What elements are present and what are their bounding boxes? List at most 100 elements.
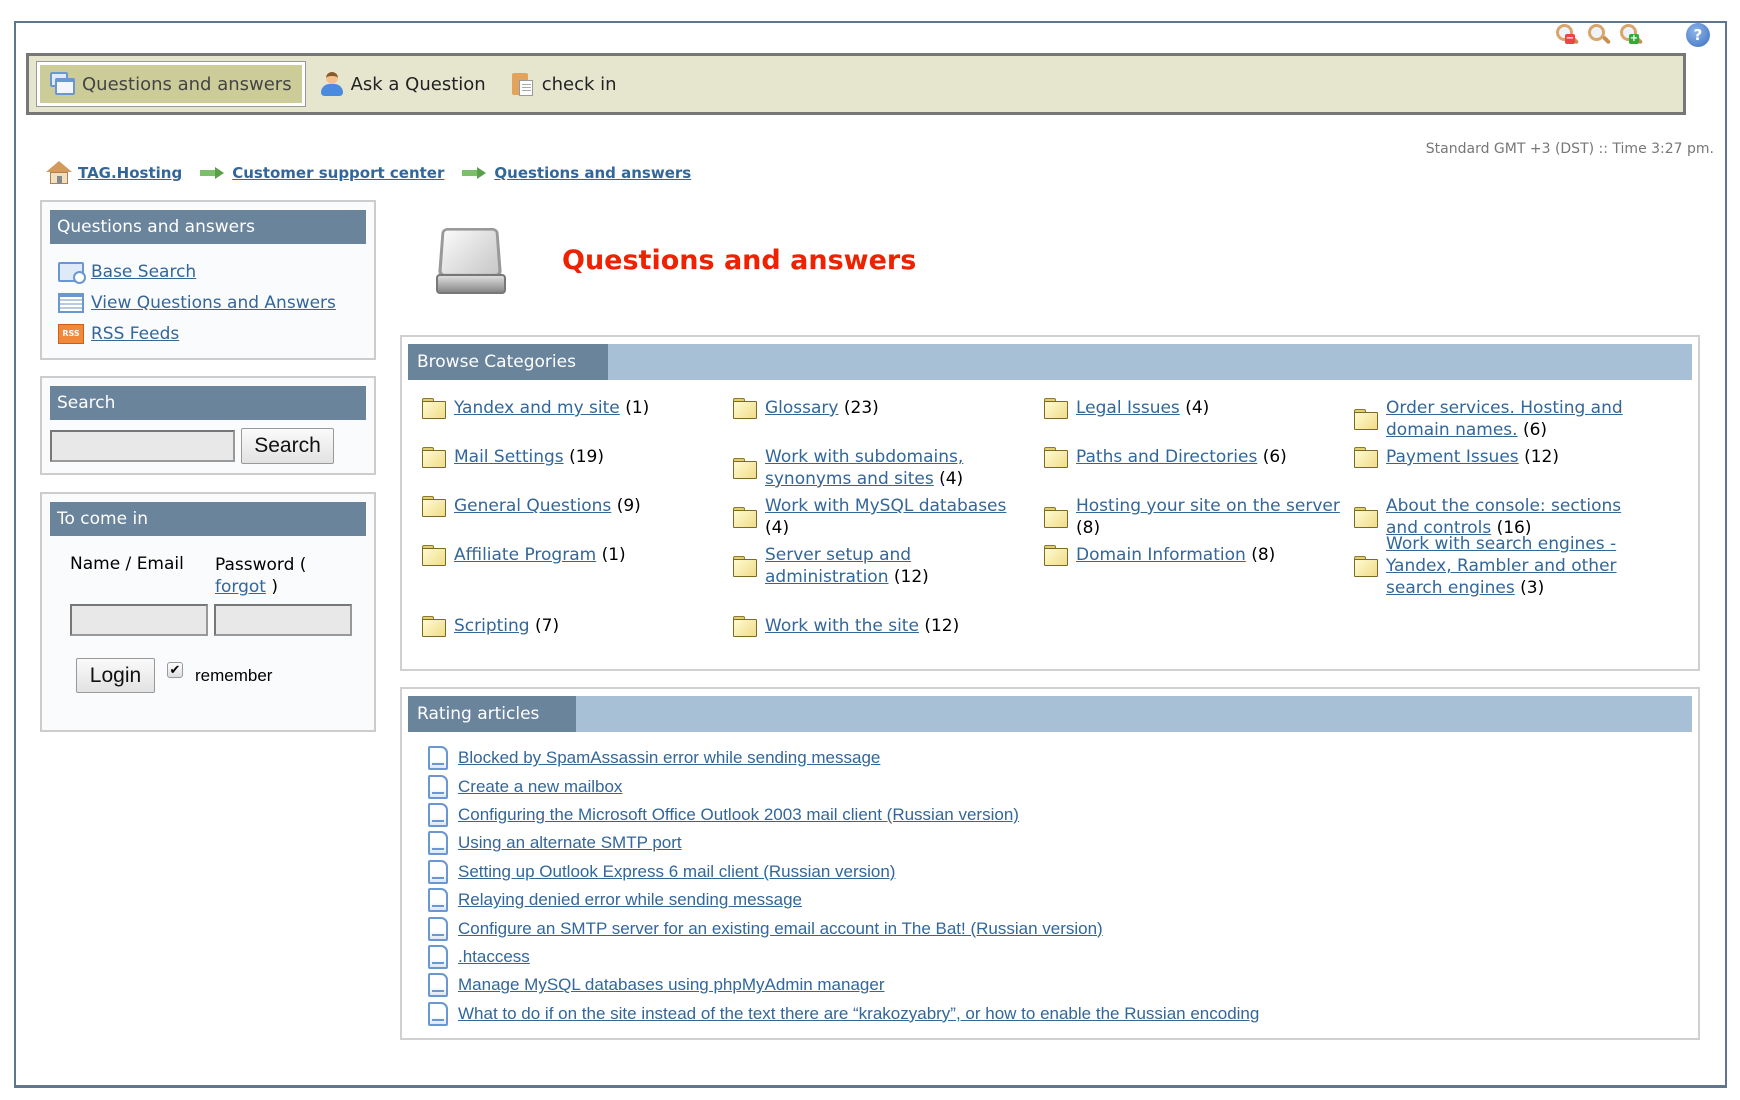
box-title: Search [50, 386, 366, 420]
category-count: (4) [939, 469, 964, 489]
category-link[interactable]: Hosting your site on the server [1076, 496, 1340, 516]
zoom-out-icon[interactable]: − [1554, 22, 1580, 48]
folder-icon [422, 615, 446, 637]
help-icon[interactable]: ? [1686, 23, 1710, 47]
category-count: (23) [843, 398, 879, 418]
article-link[interactable]: Setting up Outlook Express 6 mail client… [458, 862, 895, 882]
category-link[interactable]: Server setup and administration [765, 545, 911, 587]
category-count: (1) [601, 545, 626, 565]
folder-icon [1354, 446, 1378, 468]
category-link[interactable]: Payment Issues [1386, 447, 1519, 467]
document-icon [428, 774, 448, 799]
category-item: Legal Issues (4) [1044, 397, 1356, 419]
category-link[interactable]: Legal Issues [1076, 398, 1180, 418]
category-link[interactable]: Glossary [765, 398, 838, 418]
category-link[interactable]: Paths and Directories [1076, 447, 1257, 467]
category-count: (3) [1520, 578, 1545, 598]
search-input[interactable] [50, 430, 235, 462]
zoom-in-icon[interactable]: + [1618, 22, 1644, 48]
category-text: Legal Issues (4) [1076, 397, 1356, 419]
zoom-reset-icon[interactable] [1586, 22, 1612, 48]
breadcrumb-support-center[interactable]: Customer support center [232, 164, 444, 182]
list-icon [58, 292, 84, 313]
document-icon [428, 944, 448, 969]
sidebar-link-rss-feeds[interactable]: RSS Feeds [91, 324, 179, 344]
folder-icon [733, 457, 757, 479]
category-count: (9) [616, 496, 641, 516]
category-link[interactable]: Mail Settings [454, 447, 564, 467]
article-link[interactable]: Configure an SMTP server for an existing… [458, 919, 1103, 939]
sidebar-search-box: Search Search [40, 376, 376, 475]
category-count: (6) [1522, 420, 1548, 440]
name-email-field[interactable] [70, 604, 208, 636]
article-link[interactable]: Manage MySQL databases using phpMyAdmin … [458, 975, 885, 995]
category-item: Work with search engines - Yandex, Rambl… [1354, 533, 1648, 599]
category-text: Work with search engines - Yandex, Rambl… [1386, 533, 1648, 599]
nav-ask-a-question[interactable]: Ask a Question [309, 62, 496, 106]
article-link[interactable]: Using an alternate SMTP port [458, 833, 682, 853]
password-field[interactable] [214, 604, 352, 636]
forgot-password-link[interactable]: forgot [215, 577, 266, 597]
category-link[interactable]: Domain Information [1076, 545, 1246, 565]
breadcrumb-home[interactable]: TAG.Hosting [78, 164, 182, 182]
box-title: Questions and answers [50, 210, 366, 244]
search-button[interactable]: Search [241, 428, 334, 464]
category-link[interactable]: Work with the site [765, 616, 919, 636]
article-item: Setting up Outlook Express 6 mail client… [428, 858, 1698, 886]
sidebar-link-view-questions[interactable]: View Questions and Answers [91, 293, 336, 313]
category-count: (4) [765, 518, 790, 538]
breadcrumb-questions-and-answers[interactable]: Questions and answers [494, 164, 691, 182]
article-item: Blocked by SpamAssassin error while send… [428, 744, 1698, 772]
main-nav: Questions and answers Ask a Question che… [26, 53, 1686, 115]
article-link[interactable]: What to do if on the site instead of the… [458, 1004, 1259, 1024]
name-email-label: Name / Email [70, 554, 184, 574]
article-link[interactable]: Relaying denied error while sending mess… [458, 890, 802, 910]
article-link[interactable]: Blocked by SpamAssassin error while send… [458, 748, 880, 768]
category-link[interactable]: General Questions [454, 496, 611, 516]
category-count: (8) [1251, 545, 1276, 565]
folder-icon [422, 544, 446, 566]
category-link[interactable]: Work with subdomains, synonyms and sites [765, 447, 963, 489]
category-link[interactable]: Work with search engines - Yandex, Rambl… [1386, 534, 1617, 598]
nav-check-in[interactable]: check in [500, 62, 627, 106]
article-item: Manage MySQL databases using phpMyAdmin … [428, 971, 1698, 999]
arrow-right-icon [200, 167, 225, 179]
clipboard-icon [510, 71, 536, 97]
panel-title: Rating articles [408, 696, 576, 732]
article-item: .htaccess [428, 943, 1698, 971]
article-link[interactable]: Create a new mailbox [458, 777, 622, 797]
category-item: Work with the site (12) [733, 615, 1027, 637]
login-button[interactable]: Login [76, 658, 155, 693]
folder-icon [1044, 544, 1068, 566]
category-text: Domain Information (8) [1076, 544, 1356, 566]
category-link[interactable]: Order services. Hosting and domain names… [1386, 398, 1623, 440]
category-count: (8) [1076, 518, 1101, 538]
folder-icon [1044, 446, 1068, 468]
category-link[interactable]: Affiliate Program [454, 545, 596, 565]
category-link[interactable]: Yandex and my site [454, 398, 620, 418]
category-text: Server setup and administration (12) [765, 544, 1027, 588]
category-text: Order services. Hosting and domain names… [1386, 397, 1648, 441]
remember-checkbox[interactable]: ✔ [167, 661, 183, 678]
category-link[interactable]: Work with MySQL databases [765, 496, 1006, 516]
category-text: Yandex and my site (1) [454, 397, 716, 419]
document-icon [428, 916, 448, 941]
box-title: To come in [50, 502, 366, 536]
arrow-right-icon [462, 167, 487, 179]
category-link[interactable]: Scripting [454, 616, 530, 636]
folder-icon [733, 397, 757, 419]
category-text: Payment Issues (12) [1386, 446, 1648, 468]
inbox-tray-icon [432, 222, 510, 298]
nav-questions-and-answers[interactable]: Questions and answers [36, 61, 306, 107]
category-text: Mail Settings (19) [454, 446, 716, 468]
remember-label: remember [195, 665, 273, 685]
category-item: Order services. Hosting and domain names… [1354, 397, 1648, 441]
sidebar-link-base-search[interactable]: Base Search [91, 262, 196, 282]
folder-icon [1354, 506, 1378, 528]
article-item: Relaying denied error while sending mess… [428, 886, 1698, 914]
article-link[interactable]: Configuring the Microsoft Office Outlook… [458, 805, 1019, 825]
article-link[interactable]: .htaccess [458, 947, 530, 967]
home-icon [46, 161, 72, 185]
browse-categories-panel: Browse Categories Yandex and my site (1)… [400, 335, 1700, 671]
document-icon [428, 802, 448, 827]
